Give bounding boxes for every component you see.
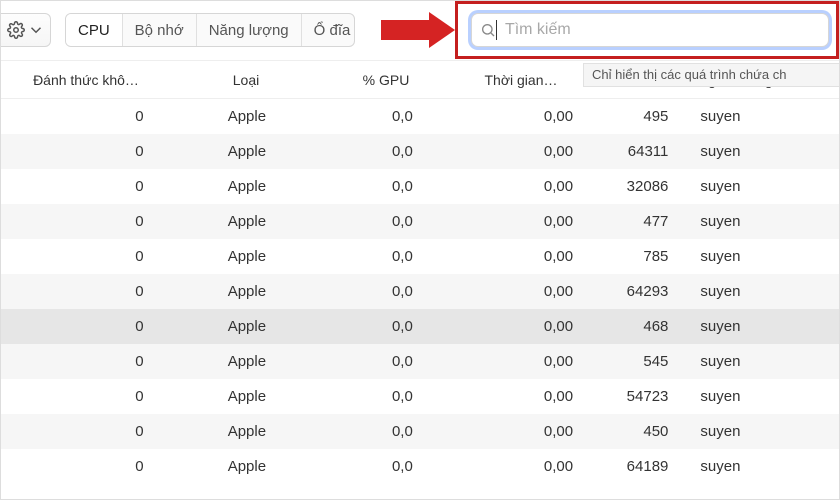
cell-user: suyen	[678, 239, 839, 274]
resource-tabs: CPU Bộ nhớ Năng lượng Ổ đĩa	[65, 13, 355, 47]
text-cursor	[496, 20, 497, 40]
cell-type: Apple	[172, 449, 323, 484]
cell-time: 0,00	[453, 414, 594, 449]
cell-pid: 54723	[593, 379, 678, 414]
table-row[interactable]: 0Apple0,00,0054723suyen	[1, 379, 839, 414]
cell-gpu: 0,0	[322, 134, 452, 169]
gear-icon	[7, 21, 25, 39]
cell-type: Apple	[172, 274, 323, 309]
cell-gpu: 0,0	[322, 449, 452, 484]
tab-cpu[interactable]: CPU	[66, 14, 122, 46]
cell-wake: 0	[1, 134, 172, 169]
cell-gpu: 0,0	[322, 204, 452, 239]
cell-time: 0,00	[453, 449, 594, 484]
cell-pid: 468	[593, 309, 678, 344]
cell-gpu: 0,0	[322, 99, 452, 134]
col-header-wake[interactable]: Đánh thức khô…	[1, 72, 171, 88]
cell-wake: 0	[1, 99, 172, 134]
cell-gpu: 0,0	[322, 414, 452, 449]
table-row[interactable]: 0Apple0,00,0064311suyen	[1, 134, 839, 169]
cell-user: suyen	[678, 204, 839, 239]
cell-wake: 0	[1, 169, 172, 204]
table-row[interactable]: 0Apple0,00,00545suyen	[1, 344, 839, 379]
cell-type: Apple	[172, 379, 323, 414]
tab-energy[interactable]: Năng lượng	[196, 14, 301, 46]
cell-pid: 495	[593, 99, 678, 134]
cell-gpu: 0,0	[322, 169, 452, 204]
search-tooltip: Chỉ hiển thị các quá trình chứa ch	[583, 63, 839, 87]
cell-pid: 785	[593, 239, 678, 274]
cell-user: suyen	[678, 414, 839, 449]
table-row[interactable]: 0Apple0,00,00468suyen	[1, 309, 839, 344]
cell-user: suyen	[678, 309, 839, 344]
cell-user: suyen	[678, 134, 839, 169]
cell-user: suyen	[678, 274, 839, 309]
process-table: 0Apple0,00,00495suyen0Apple0,00,0064311s…	[1, 99, 839, 484]
search-icon	[480, 22, 496, 38]
cell-time: 0,00	[453, 134, 594, 169]
cell-type: Apple	[172, 134, 323, 169]
cell-wake: 0	[1, 239, 172, 274]
cell-user: suyen	[678, 344, 839, 379]
cell-time: 0,00	[453, 274, 594, 309]
search-field[interactable]	[471, 13, 829, 47]
cell-pid: 64189	[593, 449, 678, 484]
table-row[interactable]: 0Apple0,00,0064189suyen	[1, 449, 839, 484]
cell-type: Apple	[172, 204, 323, 239]
cell-time: 0,00	[453, 379, 594, 414]
search-input[interactable]	[499, 20, 820, 40]
cell-type: Apple	[172, 99, 323, 134]
table-row[interactable]: 0Apple0,00,0064293suyen	[1, 274, 839, 309]
cell-type: Apple	[172, 239, 323, 274]
table-row[interactable]: 0Apple0,00,00785suyen	[1, 239, 839, 274]
cell-user: suyen	[678, 449, 839, 484]
cell-type: Apple	[172, 309, 323, 344]
table-row[interactable]: 0Apple0,00,00495suyen	[1, 99, 839, 134]
cell-wake: 0	[1, 379, 172, 414]
cell-pid: 64293	[593, 274, 678, 309]
chevron-down-icon	[27, 21, 45, 39]
cell-pid: 545	[593, 344, 678, 379]
cell-wake: 0	[1, 449, 172, 484]
cell-wake: 0	[1, 414, 172, 449]
col-header-gpu[interactable]: % GPU	[321, 72, 451, 88]
table-row[interactable]: 0Apple0,00,00477suyen	[1, 204, 839, 239]
cell-time: 0,00	[453, 239, 594, 274]
annotation-arrow	[381, 13, 461, 47]
cell-user: suyen	[678, 99, 839, 134]
cell-time: 0,00	[453, 99, 594, 134]
cell-type: Apple	[172, 414, 323, 449]
tab-memory[interactable]: Bộ nhớ	[122, 14, 196, 46]
cell-gpu: 0,0	[322, 379, 452, 414]
cell-gpu: 0,0	[322, 344, 452, 379]
cell-gpu: 0,0	[322, 309, 452, 344]
cell-pid: 32086	[593, 169, 678, 204]
cell-time: 0,00	[453, 204, 594, 239]
cell-time: 0,00	[453, 344, 594, 379]
cell-wake: 0	[1, 344, 172, 379]
col-header-type[interactable]: Loại	[171, 72, 321, 88]
cell-time: 0,00	[453, 169, 594, 204]
cell-pid: 450	[593, 414, 678, 449]
cell-user: suyen	[678, 379, 839, 414]
tab-disk[interactable]: Ổ đĩa	[301, 14, 355, 46]
cell-wake: 0	[1, 274, 172, 309]
cell-pid: 477	[593, 204, 678, 239]
cell-type: Apple	[172, 344, 323, 379]
col-header-time[interactable]: Thời gian…	[451, 72, 591, 88]
settings-dropdown[interactable]	[1, 13, 51, 47]
table-row[interactable]: 0Apple0,00,0032086suyen	[1, 169, 839, 204]
table-row[interactable]: 0Apple0,00,00450suyen	[1, 414, 839, 449]
cell-user: suyen	[678, 169, 839, 204]
cell-pid: 64311	[593, 134, 678, 169]
cell-type: Apple	[172, 169, 323, 204]
cell-wake: 0	[1, 204, 172, 239]
cell-time: 0,00	[453, 309, 594, 344]
cell-gpu: 0,0	[322, 239, 452, 274]
cell-wake: 0	[1, 309, 172, 344]
cell-gpu: 0,0	[322, 274, 452, 309]
